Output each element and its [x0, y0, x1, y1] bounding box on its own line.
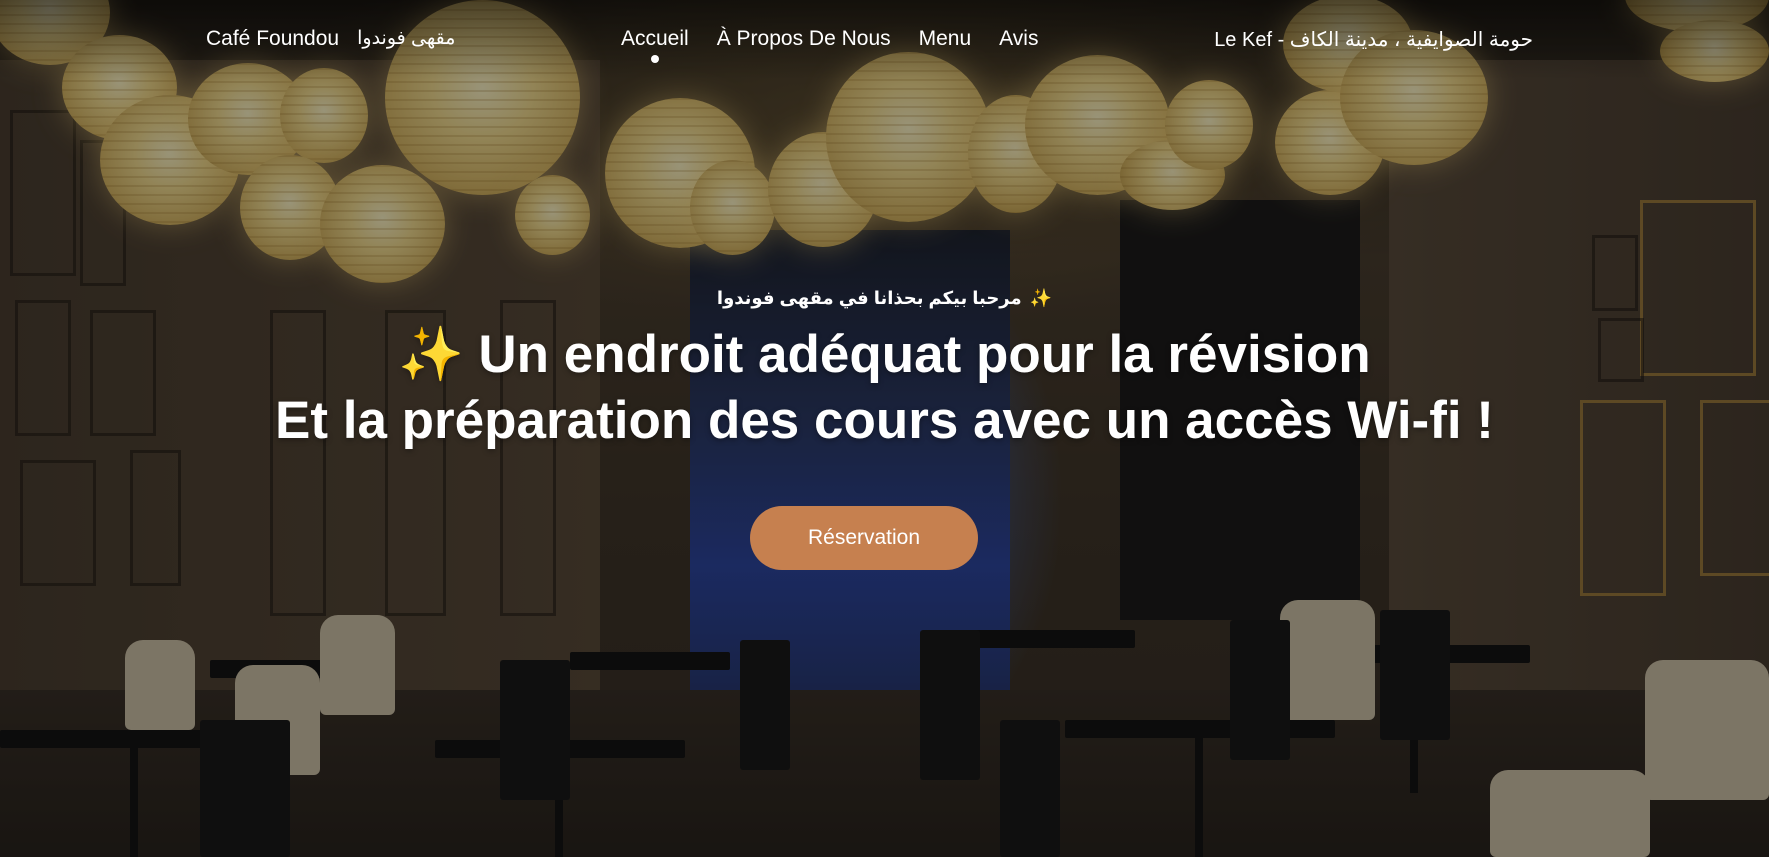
welcome-tagline: مرحبا بيكم بحذانا في مقهى فوندوا ✨ [0, 288, 1769, 309]
headline-line-2: Et la préparation des cours avec un accè… [275, 391, 1494, 450]
brand-name[interactable]: Café Foundou [206, 27, 339, 51]
location-text: Le Kef - حومة الصوايفية ، مدينة الكاف [1214, 29, 1533, 51]
top-navbar: Café Foundou مقهى فوندوا Accueil À Propo… [0, 0, 1769, 80]
nav-accueil[interactable]: Accueil [621, 27, 689, 63]
brand[interactable]: Café Foundou مقهى فوندوا [206, 27, 455, 51]
headline-line-1: Un endroit adéquat pour la révision [478, 325, 1371, 384]
active-indicator-dot [650, 55, 659, 63]
brand-name-arabic[interactable]: مقهى فوندوا [357, 27, 455, 51]
welcome-text: مرحبا بيكم بحذانا في مقهى فوندوا [716, 288, 1022, 308]
main-menu: Accueil À Propos De Nous Menu Avis [621, 27, 1038, 63]
nav-accueil-label: Accueil [621, 27, 689, 50]
reservation-button[interactable]: Réservation [750, 506, 978, 570]
nav-avis[interactable]: Avis [999, 27, 1038, 51]
sparkles-icon: ✨ [1029, 288, 1053, 308]
nav-a-propos[interactable]: À Propos De Nous [717, 27, 891, 51]
sparkles-icon: ✨ [398, 325, 465, 384]
nav-menu[interactable]: Menu [919, 27, 972, 51]
hero-headline: ✨ Un endroit adéquat pour la révision Et … [0, 322, 1769, 454]
